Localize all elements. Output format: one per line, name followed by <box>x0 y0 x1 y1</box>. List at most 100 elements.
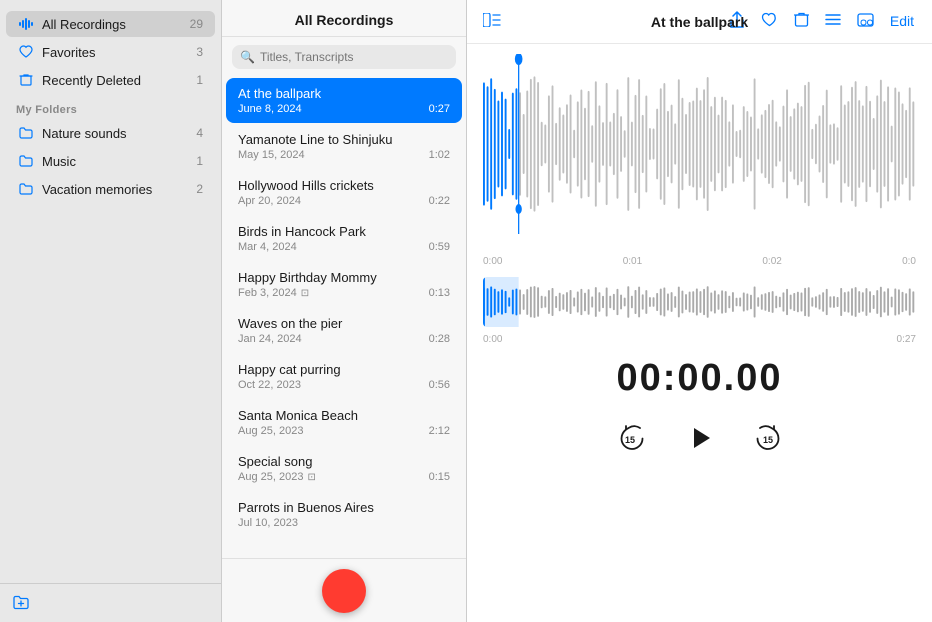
sidebar-nature-sounds-label: Nature sounds <box>42 126 196 141</box>
sidebar-nature-sounds-count: 4 <box>196 126 203 140</box>
sidebar-music-label: Music <box>42 154 196 169</box>
mini-time-end: 0:27 <box>897 334 916 345</box>
header-left <box>483 13 501 31</box>
sidebar-item-favorites[interactable]: Favorites 3 <box>6 39 215 65</box>
recording-item-yamanote[interactable]: Yamanote Line to Shinjuku May 15, 2024 1… <box>226 124 462 169</box>
edit-label: Edit <box>890 13 914 29</box>
rec-duration: 0:15 <box>429 471 450 483</box>
rec-title: Waves on the pier <box>238 316 450 331</box>
rec-title: Parrots in Buenos Aires <box>238 500 450 515</box>
rec-meta: Jul 10, 2023 <box>238 517 450 529</box>
record-button[interactable] <box>322 569 366 613</box>
skip-back-button[interactable]: 15 <box>616 420 652 456</box>
rec-duration: 0:13 <box>429 287 450 299</box>
rec-meta-left: Mar 4, 2024 <box>238 241 297 253</box>
right-panel: At the ballpark <box>467 0 932 622</box>
sidebar-item-nature-sounds[interactable]: Nature sounds 4 <box>6 120 215 146</box>
rec-date: Jan 24, 2024 <box>238 333 302 345</box>
rec-title: Happy Birthday Mommy <box>238 270 450 285</box>
recording-item-parrots[interactable]: Parrots in Buenos Aires Jul 10, 2023 <box>226 492 462 537</box>
sidebar-vacation-memories-label: Vacation memories <box>42 182 196 197</box>
search-icon: 🔍 <box>240 50 255 64</box>
playback-controls: 15 15 <box>483 410 916 472</box>
rec-duration: 0:28 <box>429 333 450 345</box>
waveform-svg <box>483 54 916 234</box>
transcript-icon: ⊡ <box>307 472 315 483</box>
rec-title: Santa Monica Beach <box>238 408 450 423</box>
time-3: 0:0 <box>902 256 916 267</box>
time-1: 0:01 <box>623 256 642 267</box>
transcript-icon: ⊡ <box>301 288 309 299</box>
waveform-area: 0:00 0:01 0:02 0:0 0:00 0:27 00:00.00 15 <box>467 44 932 622</box>
play-button[interactable] <box>684 422 716 454</box>
rec-meta: Jan 24, 2024 0:28 <box>238 333 450 345</box>
rec-date: Jul 10, 2023 <box>238 517 298 529</box>
sidebar-item-vacation-memories[interactable]: Vacation memories 2 <box>6 176 215 202</box>
waveform-main[interactable] <box>483 54 916 254</box>
folder-icon <box>18 125 34 141</box>
waveform-mini-svg <box>483 277 916 327</box>
svg-text:15: 15 <box>624 435 634 445</box>
recording-item-birds[interactable]: Birds in Hancock Park Mar 4, 2024 0:59 <box>226 216 462 261</box>
rec-duration: 0:27 <box>429 103 450 115</box>
rec-date: Mar 4, 2024 <box>238 241 297 253</box>
waveform-mini-container[interactable]: 0:00 0:27 <box>483 277 916 347</box>
favorite-button[interactable] <box>759 10 780 34</box>
svg-text:15: 15 <box>762 435 772 445</box>
recording-item-waves[interactable]: Waves on the pier Jan 24, 2024 0:28 <box>226 308 462 353</box>
rec-meta-left: Aug 25, 2023 <box>238 425 303 437</box>
rec-duration: 0:22 <box>429 195 450 207</box>
time-2: 0:02 <box>762 256 781 267</box>
rec-date: Oct 22, 2023 <box>238 379 301 391</box>
rec-meta: Feb 3, 2024 ⊡ 0:13 <box>238 287 450 299</box>
rec-title: Special song <box>238 454 450 469</box>
sidebar-favorites-count: 3 <box>196 45 203 59</box>
rec-meta-left: Oct 22, 2023 <box>238 379 301 391</box>
rec-title: Happy cat purring <box>238 362 450 377</box>
recording-item-special-song[interactable]: Special song Aug 25, 2023 ⊡ 0:15 <box>226 446 462 491</box>
rec-duration: 0:56 <box>429 379 450 391</box>
rec-duration: 2:12 <box>429 425 450 437</box>
recording-item-santa-monica[interactable]: Santa Monica Beach Aug 25, 2023 2:12 <box>226 400 462 445</box>
skip-forward-button[interactable]: 15 <box>748 420 784 456</box>
edit-button[interactable]: Edit <box>888 11 916 32</box>
sidebar-item-all-recordings[interactable]: All Recordings 29 <box>6 11 215 37</box>
heart-icon <box>18 44 34 60</box>
recording-item-at-the-ballpark[interactable]: At the ballpark June 8, 2024 0:27 <box>226 78 462 123</box>
sidebar-vacation-memories-count: 2 <box>196 182 203 196</box>
recording-item-cat[interactable]: Happy cat purring Oct 22, 2023 0:56 <box>226 354 462 399</box>
rec-title: At the ballpark <box>238 86 450 101</box>
delete-button[interactable] <box>792 9 811 34</box>
sidebar-toggle-button[interactable] <box>483 13 501 31</box>
recording-item-hollywood[interactable]: Hollywood Hills crickets Apr 20, 2024 0:… <box>226 170 462 215</box>
rec-date: May 15, 2024 <box>238 149 305 161</box>
sidebar-recently-deleted-count: 1 <box>196 73 203 87</box>
sidebar-item-recently-deleted[interactable]: Recently Deleted 1 <box>6 67 215 93</box>
rec-meta: June 8, 2024 0:27 <box>238 103 450 115</box>
rec-duration: 0:59 <box>429 241 450 253</box>
rec-meta: Aug 25, 2023 ⊡ 0:15 <box>238 471 450 483</box>
right-header-title: At the ballpark <box>651 14 748 30</box>
caption-button[interactable] <box>855 11 876 33</box>
middle-panel-header: All Recordings <box>222 0 466 37</box>
rec-date: Aug 25, 2023 <box>238 471 303 483</box>
search-box: 🔍 <box>232 45 456 69</box>
rec-meta-left: May 15, 2024 <box>238 149 305 161</box>
rec-meta-left: June 8, 2024 <box>238 103 302 115</box>
sidebar-item-music[interactable]: Music 1 <box>6 148 215 174</box>
recording-item-birthday[interactable]: Happy Birthday Mommy Feb 3, 2024 ⊡ 0:13 <box>226 262 462 307</box>
rec-title: Birds in Hancock Park <box>238 224 450 239</box>
search-input[interactable] <box>260 50 448 64</box>
waveform-icon <box>18 16 34 32</box>
timer-display: 00:00.00 <box>483 347 916 410</box>
folder-vacation-icon <box>18 181 34 197</box>
rec-meta: Oct 22, 2023 0:56 <box>238 379 450 391</box>
rec-meta: Mar 4, 2024 0:59 <box>238 241 450 253</box>
list-button[interactable] <box>823 11 843 32</box>
rec-date: Aug 25, 2023 <box>238 425 303 437</box>
rec-meta: May 15, 2024 1:02 <box>238 149 450 161</box>
new-folder-button[interactable] <box>12 594 30 612</box>
sidebar-all-recordings-label: All Recordings <box>42 17 190 32</box>
sidebar-all-recordings-count: 29 <box>190 17 203 31</box>
sidebar-favorites-label: Favorites <box>42 45 196 60</box>
